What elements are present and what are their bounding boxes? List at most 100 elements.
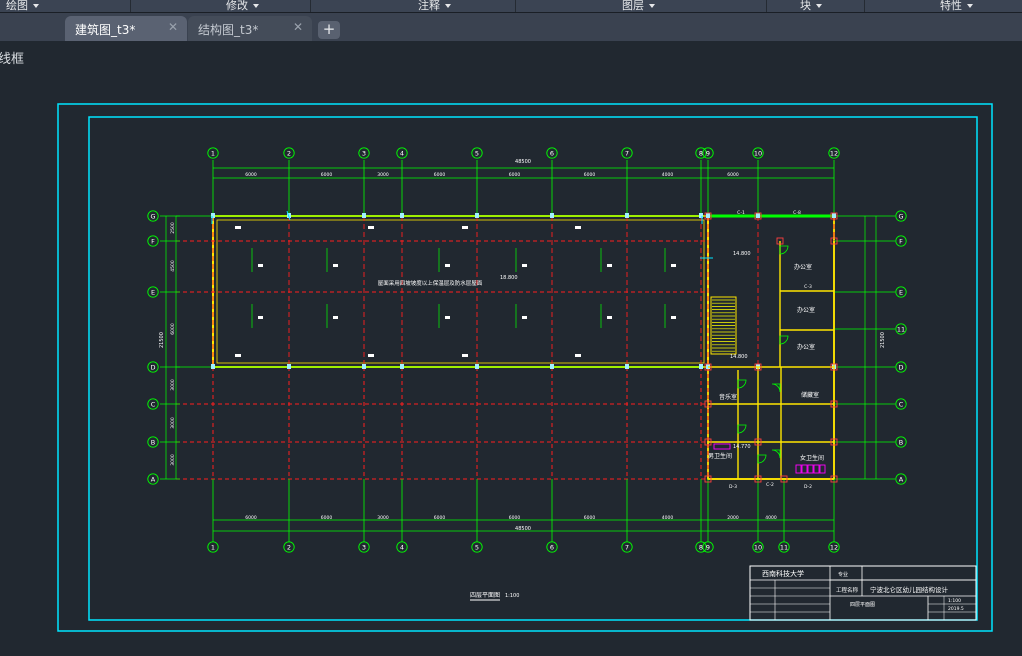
- slab-mark: [235, 354, 241, 357]
- axis-bubble-right-label: D: [898, 364, 903, 372]
- room-label: 女卫生间: [800, 454, 824, 462]
- room-label: 音乐室: [719, 393, 737, 401]
- title-block-major-label: 专业: [838, 571, 848, 578]
- title-block-date: 2019.5: [948, 606, 964, 612]
- column-mark: [550, 364, 554, 369]
- dimension-label: 3000: [377, 515, 389, 521]
- axis-bubble-bottom-label: 7: [625, 544, 629, 552]
- column-mark: [362, 364, 366, 369]
- axis-bubble-left-label: A: [151, 476, 156, 484]
- slab-mark: [607, 264, 612, 267]
- menu-annotate[interactable]: 注释: [418, 0, 451, 12]
- chevron-down-icon: [253, 4, 259, 8]
- axis-bubble-bottom-label: 4: [400, 544, 404, 552]
- axis-bubble-top-label: 10: [754, 150, 762, 158]
- tab-drawing-struct[interactable]: 结构图_t3* ✕: [188, 16, 312, 41]
- door-swing: [757, 454, 767, 464]
- menu-properties[interactable]: 特性: [940, 0, 973, 12]
- slab-mark: [333, 316, 338, 319]
- door-tag: C-3: [804, 284, 812, 290]
- axis-bubble-bottom-label: 5: [475, 544, 479, 552]
- slab-mark: [445, 316, 450, 319]
- menu-divider: [515, 0, 516, 12]
- plan-title: 四层平面图: [470, 592, 500, 599]
- title-block: 西南科技大学 专业 工程名称 宁波北仑区幼儿园结构设计 四层平面图 1:100 …: [749, 565, 977, 621]
- new-tab-button[interactable]: +: [318, 21, 340, 39]
- dimension-label: 6000: [727, 172, 739, 178]
- close-icon[interactable]: ✕: [293, 20, 303, 34]
- chevron-down-icon: [816, 4, 822, 8]
- dimension-label: 2000: [727, 515, 739, 521]
- total-dimension-top: 48500: [515, 159, 531, 165]
- toilet-fixture: [801, 464, 808, 474]
- column-mark: [756, 213, 760, 218]
- column-mark: [475, 364, 479, 369]
- column-mark: [400, 213, 404, 218]
- tab-label: 结构图_t3*: [198, 23, 259, 37]
- urinal-fixture: [713, 443, 731, 450]
- door-swing: [779, 335, 789, 345]
- axis-bubble-bottom-label: 9: [706, 544, 710, 552]
- dimension-label: 4000: [662, 172, 674, 178]
- slab-mark: [522, 264, 527, 267]
- slab-mark: [445, 264, 450, 267]
- close-icon[interactable]: ✕: [168, 20, 178, 34]
- axis-bubble-top-label: 6: [550, 150, 554, 158]
- slab-mark: [368, 354, 374, 357]
- menu-draw[interactable]: 绘图: [6, 0, 39, 12]
- door-swing: [771, 449, 781, 459]
- door-tag: C-2: [766, 482, 774, 488]
- axis-bubble-left-label: E: [151, 289, 155, 297]
- rooms-layer: 办公室办公室办公室音乐室 储藏室男卫生间 女卫生间C-1 C-8C-3D-3 C-2 D-…: [704, 210, 838, 490]
- door-swing: [737, 379, 747, 389]
- slab-mark: [522, 316, 527, 319]
- axis-bubble-left-label: B: [151, 439, 155, 447]
- axis-bubble-right-label: B: [899, 439, 903, 447]
- slab-mark: [258, 264, 263, 267]
- axis-bubble-left-label: G: [150, 213, 155, 221]
- total-dimension-left: 21500: [159, 332, 165, 348]
- axis-bubble-right-label: 11: [897, 326, 905, 334]
- dimension-label: 6000: [245, 515, 257, 521]
- drawing-canvas[interactable]: 6000 6000 3000 6000 6000 6000 4000 6000 6000 6000…: [0, 41, 1022, 656]
- axis-bubble-right-label: G: [898, 213, 903, 221]
- dimension-label: 6000: [170, 323, 176, 335]
- column-mark: [211, 364, 215, 369]
- dimension-label: 6000: [434, 172, 446, 178]
- dimension-label: 6000: [584, 515, 596, 521]
- dimension-label: 3000: [170, 454, 176, 466]
- room-label: 办公室: [797, 343, 815, 351]
- column-mark: [625, 213, 629, 218]
- tab-label: 建筑图_t3*: [75, 23, 136, 37]
- axis-bubble-left-label: F: [151, 238, 155, 246]
- door-tag: C-1: [737, 210, 745, 216]
- column-mark: [287, 364, 291, 369]
- toilet-fixture: [819, 464, 826, 474]
- menu-block[interactable]: 块: [800, 0, 822, 12]
- title-block-scale: 1:100: [948, 598, 961, 604]
- axis-bubble-left-label: D: [150, 364, 155, 372]
- tab-drawing-arch[interactable]: 建筑图_t3* ✕: [65, 16, 187, 41]
- axis-bubble-bottom-label: 6: [550, 544, 554, 552]
- menu-modify[interactable]: 修改: [226, 0, 259, 12]
- dimension-label: 6000: [321, 515, 333, 521]
- door-tag: D-3: [729, 484, 737, 490]
- slab-mark: [671, 316, 676, 319]
- elevation-roof: 18.800: [500, 275, 518, 281]
- axis-bubble-right-label: E: [899, 289, 903, 297]
- axis-bubble-top-label: 4: [400, 150, 404, 158]
- axis-bubble-bottom-label: 1: [211, 544, 215, 552]
- axis-bubble-right-label: F: [899, 238, 903, 246]
- axis-bubble-bottom-label: 12: [830, 544, 838, 552]
- sheet-inner-frame: [88, 116, 978, 621]
- dimension-label: 4000: [662, 515, 674, 521]
- axis-bubble-right-label: A: [899, 476, 904, 484]
- menu-layers[interactable]: 图层: [622, 0, 655, 12]
- toilet-fixture: [813, 464, 820, 474]
- slab-mark: [235, 226, 241, 229]
- column-mark: [706, 213, 710, 218]
- dimension-label: 6000: [584, 172, 596, 178]
- axis-bubble-top-label: 5: [475, 150, 479, 158]
- door-swing: [771, 383, 781, 393]
- slab-mark: [462, 354, 468, 357]
